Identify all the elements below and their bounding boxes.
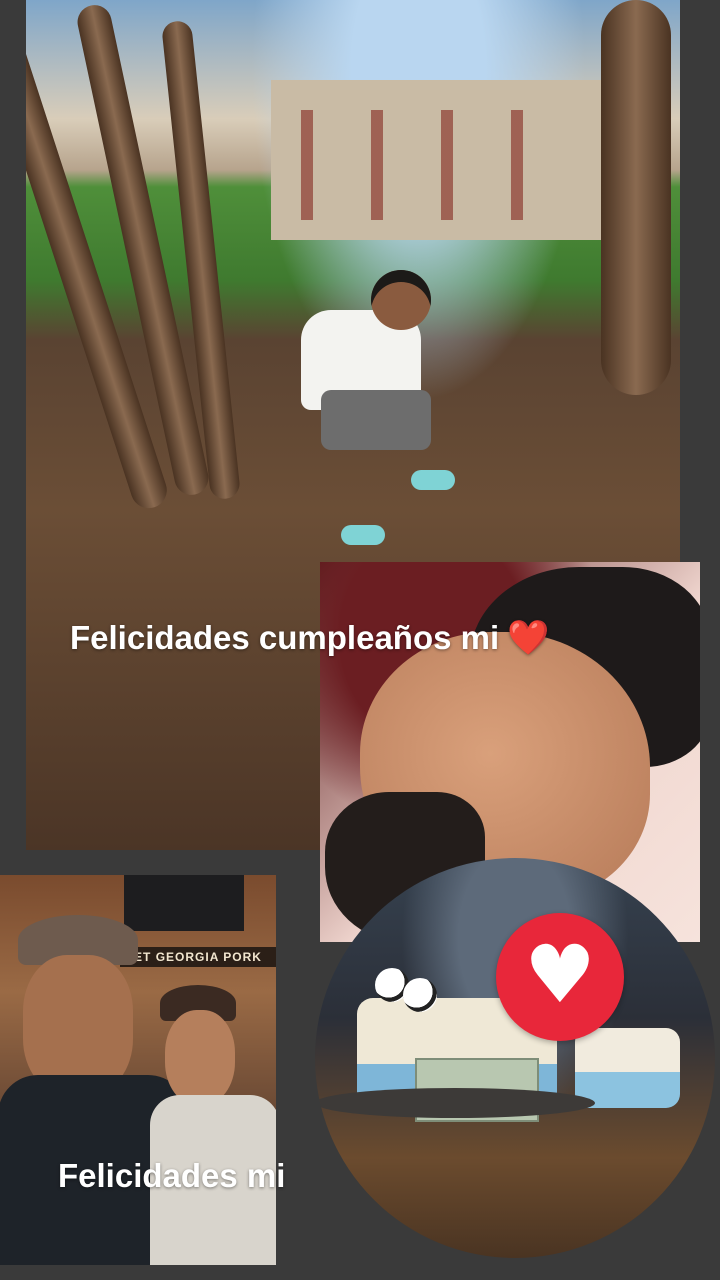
- man-sitting: [281, 270, 455, 550]
- man-with-cap: [0, 915, 188, 1265]
- caption-top: Felicidades cumpleaños mi ❤️: [70, 618, 550, 658]
- heart-icon: ♥: [524, 928, 596, 1021]
- caption-top-text: Felicidades cumpleaños mi: [70, 619, 500, 656]
- cake-small: [575, 1028, 680, 1108]
- woman-with-cap: [150, 985, 276, 1265]
- background-house: [271, 80, 601, 240]
- soccer-ball-icon: [403, 978, 437, 1012]
- cake-stand: [315, 1088, 595, 1118]
- tree-trunk: [601, 0, 671, 395]
- caption-bottom: Felicidades mi: [58, 1157, 286, 1194]
- red-heart-emoji: ❤️: [507, 619, 550, 657]
- photo-couple: ET GEORGIA PORK: [0, 875, 276, 1265]
- photo-birthday-cakes: [315, 858, 715, 1258]
- heart-sticker[interactable]: ♥: [496, 913, 624, 1041]
